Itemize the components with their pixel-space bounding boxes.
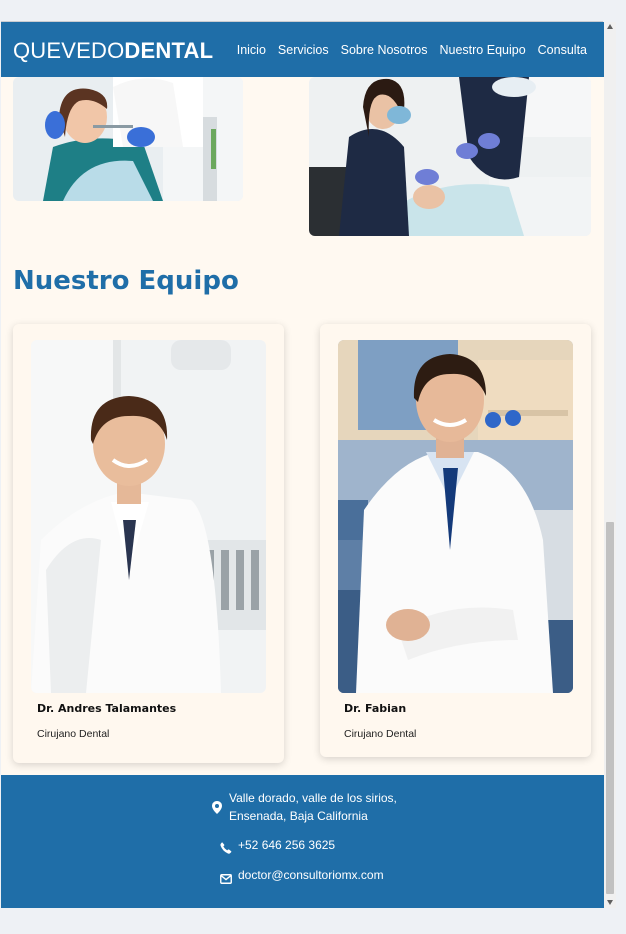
nav-link-inicio[interactable]: Inicio <box>237 43 266 57</box>
section-title-team: Nuestro Equipo <box>13 266 239 296</box>
team-member-photo <box>338 340 573 693</box>
footer: Valle dorado, valle de los sirios, Ensen… <box>1 775 604 908</box>
nav-menu: Inicio Servicios Sobre Nosotros Nuestro … <box>237 43 587 57</box>
scrollbar-thumb[interactable] <box>606 522 614 894</box>
team-card: Dr. Fabian Cirujano Dental <box>320 324 591 757</box>
brand-logo-light: QUEVEDO <box>13 38 125 63</box>
nav-link-servicios[interactable]: Servicios <box>278 43 329 57</box>
nav-link-nuestro-equipo[interactable]: Nuestro Equipo <box>439 43 525 57</box>
team-card: Dr. Andres Talamantes Cirujano Dental <box>13 324 284 763</box>
brand-logo-bold: DENTAL <box>124 38 214 63</box>
footer-phone[interactable]: +52 646 256 3625 <box>238 836 335 854</box>
team-member-role: Cirujano Dental <box>37 728 110 740</box>
scroll-down-arrow-icon[interactable] <box>607 900 613 905</box>
footer-email[interactable]: doctor@consultoriomx.com <box>238 866 384 884</box>
navbar: QUEVEDODENTAL Inicio Servicios Sobre Nos… <box>1 22 604 77</box>
gallery-photo-patient <box>13 77 243 201</box>
team-member-name: Dr. Andres Talamantes <box>37 702 177 715</box>
vertical-scrollbar[interactable] <box>604 22 616 908</box>
team-member-name: Dr. Fabian <box>344 702 407 715</box>
gallery-photo-treatment <box>309 77 591 236</box>
nav-link-consulta[interactable]: Consulta <box>538 43 587 57</box>
team-member-role: Cirujano Dental <box>344 728 417 740</box>
nav-link-sobre-nosotros[interactable]: Sobre Nosotros <box>341 43 428 57</box>
footer-address-line1: Valle dorado, valle de los sirios, <box>229 791 397 805</box>
phone-icon <box>220 839 232 858</box>
map-pin-icon <box>212 799 222 818</box>
envelope-icon <box>220 869 232 888</box>
page-viewport: Nuestro Equipo Dr. Andres Talamantes Cir… <box>1 22 604 908</box>
scroll-up-arrow-icon[interactable] <box>607 24 613 29</box>
team-member-photo <box>31 340 266 693</box>
brand-logo[interactable]: QUEVEDODENTAL <box>13 38 213 64</box>
footer-address-line2: Ensenada, Baja California <box>229 809 368 823</box>
